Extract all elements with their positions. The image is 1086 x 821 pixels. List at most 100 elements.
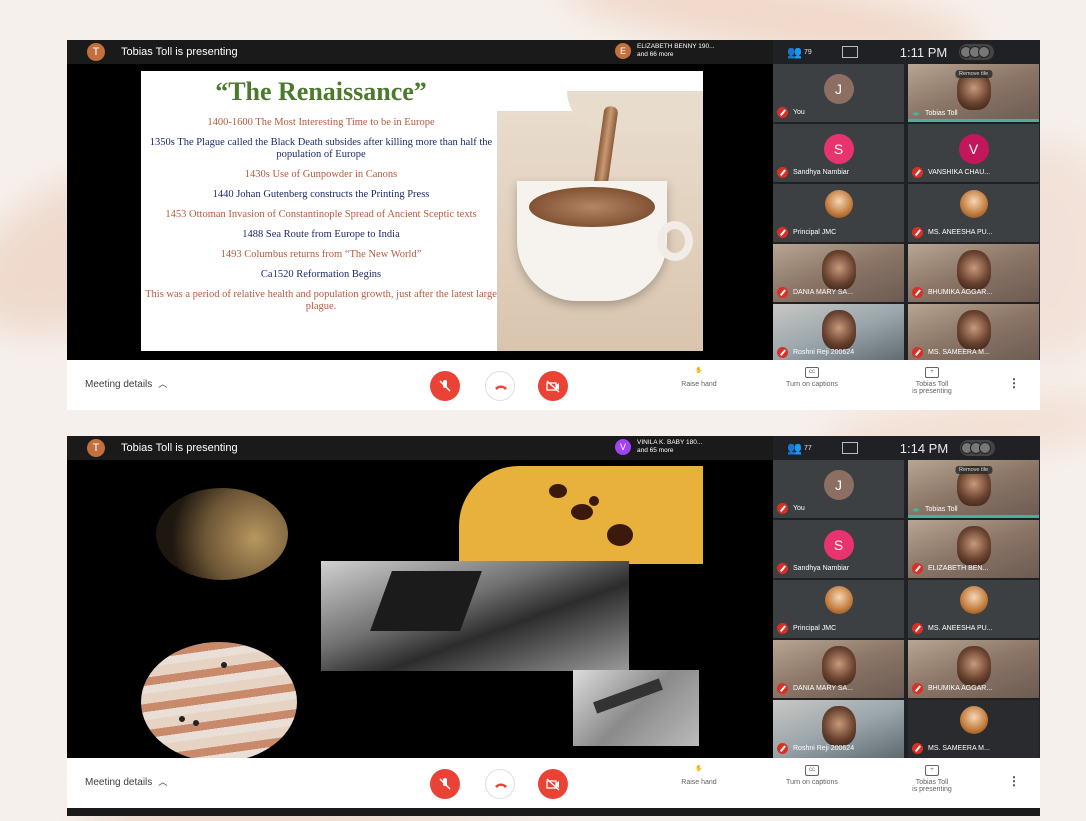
mic-muted-icon <box>912 683 923 694</box>
participant-tile[interactable]: BHUMIKA AGGAR... <box>908 244 1039 302</box>
chat-icon[interactable] <box>841 442 858 454</box>
participant-video <box>821 310 856 350</box>
slide-line: 1453 Ottoman Invasion of Constantinople … <box>165 209 477 220</box>
participant-tile[interactable]: DANIA MARY SA... <box>773 640 904 698</box>
presenter-bar: T Tobias Toll is presenting E ELIZABETH … <box>67 40 773 64</box>
participant-tile[interactable]: Principal JMC <box>773 184 904 242</box>
presenter-bar: T Tobias Toll is presenting V VINILA K. … <box>67 436 773 460</box>
mic-muted-icon <box>912 227 923 238</box>
presentation-stage: T Tobias Toll is presenting E ELIZABETH … <box>67 40 773 360</box>
slide-line: 1488 Sea Route from Europe to India <box>242 229 400 240</box>
participant-tile[interactable]: V VANSHIKA CHAU... <box>908 124 1039 182</box>
slide-line: 1430s Use of Gunpowder in Canons <box>244 169 398 180</box>
participant-tile[interactable]: BHUMIKA AGGAR... <box>908 640 1039 698</box>
remove-tile-button[interactable]: Remove tile <box>954 466 993 474</box>
participant-tile[interactable]: Roshni Reji 200624 <box>773 304 904 362</box>
control-bar: Meeting details ︿ ✋ Raise hand cc Turn on c… <box>67 360 1040 410</box>
chat-icon[interactable] <box>841 46 858 58</box>
mic-muted-icon <box>777 623 788 634</box>
participant-tile[interactable]: ELIZABETH BEN... <box>908 520 1039 578</box>
participant-video <box>956 250 991 290</box>
avatar-chips[interactable] <box>960 440 996 456</box>
presenter-label: Tobias Toll is presenting <box>121 46 238 58</box>
hand-icon: ✋ <box>695 368 703 374</box>
mic-muted-icon <box>777 107 788 118</box>
participant-tile[interactable]: Roshni Reji 200624 <box>773 700 904 758</box>
more-options-icon[interactable]: ⋮ <box>1008 774 1020 788</box>
leave-call-button[interactable] <box>485 371 515 401</box>
participant-tile[interactable]: S Sandhya Nambiar <box>773 520 904 578</box>
participant-tile[interactable]: MS. ANEESHA PU... <box>908 580 1039 638</box>
participant-tile[interactable]: Principal JMC <box>773 580 904 638</box>
meeting-details-button[interactable]: Meeting details ︿ <box>85 377 167 390</box>
mic-muted-icon <box>912 287 923 298</box>
mic-toggle-button[interactable] <box>430 769 460 799</box>
participant-tile[interactable]: J You <box>773 460 904 518</box>
slide-line: This was a period of relative health and… <box>145 289 497 312</box>
sidebar-header: 👥 79 1:11 PM <box>773 40 1040 64</box>
coffee-image <box>497 91 703 351</box>
clock: 1:11 PM <box>899 44 948 60</box>
viewers-chip[interactable]: V VINILA K. BABY 180... and 65 more <box>615 439 702 455</box>
camera-toggle-button[interactable] <box>538 371 568 401</box>
mic-muted-icon <box>777 227 788 238</box>
slide-title: “The Renaissance” <box>215 77 427 106</box>
presentation-stage: T Tobias Toll is presenting V VINILA K. … <box>67 436 773 766</box>
slide-line: 1350s The Plague called the Black Death … <box>149 137 493 160</box>
captions-button[interactable]: cc Turn on captions <box>767 367 857 388</box>
participant-initial: V <box>958 134 989 164</box>
present-icon: + <box>925 367 939 378</box>
participant-initial: S <box>823 134 854 164</box>
astronomy-slide <box>141 466 703 762</box>
participant-tile[interactable]: MS. SAMEERA M... <box>908 700 1039 758</box>
renaissance-slide: “The Renaissance” 1400-1600 The Most Int… <box>141 71 703 351</box>
participant-name: ◂▸ Tobias Toll <box>912 505 958 514</box>
participant-tile[interactable]: J You <box>773 64 904 122</box>
presenting-button[interactable]: + Tobias Toll is presenting <box>887 765 977 793</box>
raise-hand-button[interactable]: ✋ Raise hand <box>654 765 744 786</box>
viewer-avatar: V <box>615 439 631 455</box>
captions-button[interactable]: cc Turn on captions <box>767 765 857 786</box>
participant-name: ◂▸ Tobias Toll <box>912 109 958 118</box>
participant-video <box>821 646 856 686</box>
participant-grid: J You Remove tile ◂▸ Tobias Toll S Sandhya Nam… <box>773 64 1040 362</box>
mic-toggle-button[interactable] <box>430 371 460 401</box>
more-options-icon[interactable]: ⋮ <box>1008 376 1020 390</box>
participant-tile[interactable]: Remove tile ◂▸ Tobias Toll <box>908 64 1039 122</box>
participant-tile[interactable]: Remove tile ◂▸ Tobias Toll <box>908 460 1039 518</box>
presenting-button[interactable]: + Tobias Toll is presenting <box>887 367 977 395</box>
lunar-mountain-image <box>321 561 629 671</box>
participant-tile[interactable]: MS. ANEESHA PU... <box>908 184 1039 242</box>
participant-name: Roshni Reji 200624 <box>777 347 854 358</box>
mic-muted-icon <box>777 347 788 358</box>
viewers-text: ELIZABETH BENNY 190... and 66 more <box>637 43 715 58</box>
mic-off-icon <box>439 380 451 392</box>
viewers-chip[interactable]: E ELIZABETH BENNY 190... and 66 more <box>615 43 715 59</box>
clock: 1:14 PM <box>899 440 949 456</box>
people-icon[interactable]: 👥 <box>787 441 802 455</box>
camera-toggle-button[interactable] <box>538 769 568 799</box>
people-count: 77 <box>803 444 812 452</box>
presenter-avatar: T <box>87 43 105 61</box>
participant-tile[interactable]: MS. SAMEERA M... <box>908 304 1039 362</box>
participant-video <box>956 526 991 566</box>
meeting-details-button[interactable]: Meeting details ︿ <box>85 775 167 788</box>
hang-up-icon <box>495 385 507 390</box>
participant-tile[interactable]: DANIA MARY SA... <box>773 244 904 302</box>
participant-tile[interactable]: S Sandhya Nambiar <box>773 124 904 182</box>
raise-hand-button[interactable]: ✋ Raise hand <box>654 367 744 388</box>
camera-off-icon <box>546 380 560 393</box>
remove-tile-button[interactable]: Remove tile <box>954 70 993 78</box>
avatar-chips[interactable] <box>959 44 995 60</box>
present-icon: + <box>925 765 939 776</box>
leave-call-button[interactable] <box>485 769 515 799</box>
participant-photo <box>959 586 988 614</box>
participant-name: VANSHIKA CHAU... <box>912 167 990 178</box>
mic-off-icon <box>439 778 451 790</box>
participant-video <box>821 706 856 746</box>
mic-muted-icon <box>777 287 788 298</box>
people-icon[interactable]: 👥 <box>787 45 802 59</box>
participants-sidebar: 👥 79 1:11 PM J You Remove tile ◂▸ Tobias Tol… <box>773 40 1040 362</box>
participant-video <box>821 250 856 290</box>
participant-photo <box>959 190 988 218</box>
